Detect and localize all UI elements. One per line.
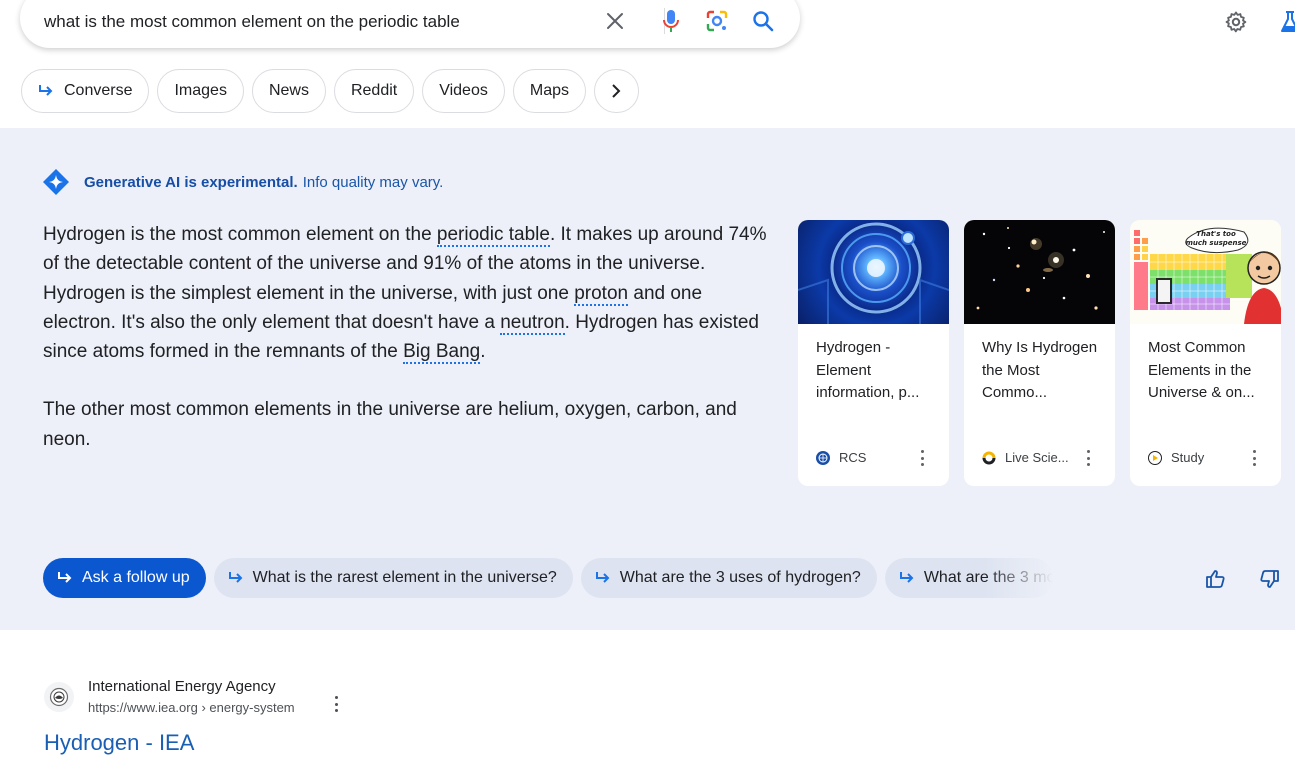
result-title-link[interactable]: Hydrogen - IEA bbox=[44, 730, 194, 756]
sparkle-diamond-icon bbox=[43, 169, 69, 195]
microphone-icon[interactable] bbox=[658, 8, 684, 34]
ai-paragraph-2: The other most common elements in the un… bbox=[43, 399, 737, 450]
chip-label: Images bbox=[174, 82, 227, 99]
card-source-name: RCS bbox=[839, 450, 867, 465]
reply-arrow-icon bbox=[899, 571, 915, 585]
follow-up-chip-rarest-element[interactable]: What is the rarest element in the univer… bbox=[213, 558, 573, 598]
search-input[interactable]: what is the most common element on the p… bbox=[44, 12, 460, 32]
chip-images[interactable]: Images bbox=[157, 69, 244, 113]
follow-up-label: What are the 3 most common elements bbox=[923, 569, 1053, 586]
result-url[interactable]: https://www.iea.org › energy-system bbox=[88, 700, 295, 715]
ai-overview-text: Hydrogen is the most common element on t… bbox=[43, 220, 773, 454]
reply-arrow-icon bbox=[38, 84, 54, 98]
text-segment: Hydrogen is the most common element on t… bbox=[43, 224, 437, 245]
follow-up-chip-most-common-elements[interactable]: What are the 3 most common elements bbox=[884, 558, 1053, 598]
text-segment: . bbox=[480, 341, 486, 363]
ask-follow-up-button[interactable]: Ask a follow up bbox=[43, 558, 206, 598]
link-proton[interactable]: proton bbox=[574, 282, 629, 306]
chip-maps[interactable]: Maps bbox=[512, 69, 586, 113]
live-science-logo-icon bbox=[982, 451, 996, 465]
more-vert-icon[interactable] bbox=[1249, 450, 1259, 466]
thumbs-down-icon[interactable] bbox=[1257, 566, 1283, 592]
chip-videos[interactable]: Videos bbox=[422, 69, 505, 113]
reply-arrow-icon bbox=[595, 571, 611, 585]
search-box[interactable]: what is the most common element on the p… bbox=[20, 0, 800, 48]
card-thumbnail-galaxies bbox=[964, 220, 1115, 324]
follow-up-suggestions: Ask a follow up What is the rarest eleme… bbox=[43, 558, 1053, 598]
reply-arrow-icon bbox=[228, 571, 244, 585]
search-icon[interactable] bbox=[750, 8, 776, 34]
card-source-name: Live Scie... bbox=[1005, 450, 1069, 465]
chip-converse[interactable]: Converse bbox=[21, 69, 150, 113]
chevron-right-icon bbox=[612, 84, 621, 98]
card-source: Study bbox=[1148, 450, 1204, 465]
source-card-study[interactable]: That's too much suspense Most Common Ele… bbox=[1130, 220, 1281, 486]
speech-bubble-line-1: That's too bbox=[1196, 230, 1236, 238]
chip-label: Reddit bbox=[350, 82, 398, 99]
labs-flask-icon[interactable] bbox=[1276, 8, 1295, 36]
reply-arrow-icon bbox=[57, 571, 73, 585]
source-cards: Hydrogen - Element information, p... RCS bbox=[798, 220, 1281, 486]
lens-icon[interactable] bbox=[704, 8, 730, 34]
ai-paragraph-1: Hydrogen is the most common element on t… bbox=[43, 220, 773, 366]
card-source: RCS bbox=[816, 450, 866, 465]
thumbs-up-icon[interactable] bbox=[1202, 566, 1228, 592]
ai-overview-panel: Generative AI is experimental. Info qual… bbox=[0, 128, 1295, 630]
speech-bubble-line-2: much suspense bbox=[1186, 239, 1247, 247]
result-site-name[interactable]: International Energy Agency bbox=[88, 678, 276, 695]
rcs-globe-icon bbox=[816, 450, 830, 465]
card-source: Live Scie... bbox=[982, 450, 1069, 465]
chip-news[interactable]: News bbox=[251, 69, 326, 113]
chip-label: Converse bbox=[64, 82, 133, 99]
more-vert-icon[interactable] bbox=[917, 450, 927, 466]
link-neutron[interactable]: neutron bbox=[500, 311, 565, 335]
study-play-icon bbox=[1148, 450, 1162, 465]
ai-experimental-notice: Generative AI is experimental. bbox=[84, 173, 298, 191]
iea-seal-icon[interactable] bbox=[44, 682, 74, 712]
ai-quality-notice: Info quality may vary. bbox=[302, 173, 444, 191]
chip-label: News bbox=[268, 82, 309, 99]
search-filter-chips: Converse Images News Reddit Videos Maps bbox=[21, 69, 639, 113]
chip-reddit[interactable]: Reddit bbox=[333, 69, 415, 113]
source-card-rcs[interactable]: Hydrogen - Element information, p... RCS bbox=[798, 220, 949, 486]
chip-label: Maps bbox=[529, 82, 569, 99]
card-thumbnail-periodic-table-cartoon: That's too much suspense bbox=[1130, 220, 1281, 324]
follow-up-chip-uses-of-hydrogen[interactable]: What are the 3 uses of hydrogen? bbox=[580, 558, 877, 598]
settings-gear-icon[interactable] bbox=[1222, 8, 1250, 36]
card-source-name: Study bbox=[1171, 450, 1205, 465]
source-card-live-science[interactable]: Why Is Hydrogen the Most Commo... Live S… bbox=[964, 220, 1115, 486]
more-vert-icon[interactable] bbox=[1083, 450, 1093, 466]
chip-label: Videos bbox=[439, 82, 488, 99]
chips-next-button[interactable] bbox=[593, 69, 639, 113]
card-title: Hydrogen - Element information, p... bbox=[816, 339, 920, 401]
follow-up-label: What is the rarest element in the univer… bbox=[252, 569, 557, 586]
follow-up-label: What are the 3 uses of hydrogen? bbox=[619, 569, 861, 586]
ask-follow-up-label: Ask a follow up bbox=[82, 569, 190, 586]
card-thumbnail-hydrogen-atom bbox=[798, 220, 949, 324]
top-bar: what is the most common element on the p… bbox=[0, 0, 1295, 128]
card-title: Why Is Hydrogen the Most Commo... bbox=[982, 339, 1098, 401]
ai-overview-header: Generative AI is experimental. Info qual… bbox=[42, 168, 443, 196]
more-vert-icon[interactable] bbox=[332, 696, 340, 712]
card-title: Most Common Elements in the Universe & o… bbox=[1148, 339, 1255, 401]
link-periodic-table[interactable]: periodic table bbox=[436, 224, 550, 247]
link-big-bang[interactable]: Big Bang bbox=[403, 341, 481, 365]
clear-icon[interactable] bbox=[602, 8, 628, 34]
